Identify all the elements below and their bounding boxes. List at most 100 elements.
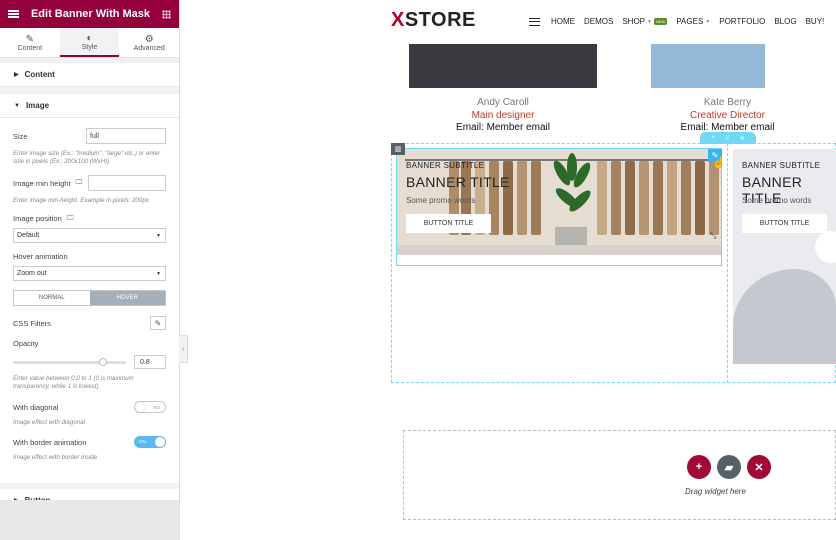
gear-icon: ⚙ xyxy=(144,33,154,45)
banner-with-mask[interactable]: BANNER SUBTITLE BANNER TITLE Some promo … xyxy=(733,149,836,364)
main-nav: HOME DEMOS SHOP ▼ NEW PAGES ▼ PORTFOLIO … xyxy=(529,17,833,26)
select-value: Default xyxy=(17,232,40,239)
chevron-down-icon: ▼ xyxy=(647,18,652,25)
nav-label: PAGES xyxy=(676,17,704,26)
pencil-icon: ✎ xyxy=(154,318,162,328)
add-section-button[interactable]: + xyxy=(687,455,711,479)
chevron-left-icon: ‹ xyxy=(181,345,185,353)
team-member-name: Kate Berry xyxy=(703,97,752,108)
section-title: Content xyxy=(24,70,55,79)
xstore-library-button[interactable]: ✕ xyxy=(747,455,771,479)
caret-down-icon: ▼ xyxy=(14,102,20,109)
tab-advanced[interactable]: ⚙ Advanced xyxy=(119,28,179,57)
nav-home[interactable]: HOME xyxy=(551,17,575,26)
drag-icon[interactable]: ⠿ xyxy=(725,135,729,142)
image-section-body: Size full Enter image size (Ex.: "medium… xyxy=(0,118,179,483)
nav-buy[interactable]: BUY! xyxy=(806,17,825,26)
opacity-slider-handle[interactable] xyxy=(99,357,108,366)
state-hover-tab[interactable]: HOVER xyxy=(89,291,165,305)
hover-animation-label: Hover animation xyxy=(13,252,68,261)
nav-label: SHOP xyxy=(622,17,646,26)
min-height-label-wrap: Image min height 🖵 xyxy=(13,179,82,188)
team-member-role: Creative Director xyxy=(689,110,766,121)
panel-header: Edit Banner With Mask xyxy=(0,0,179,28)
folder-icon: ▰ xyxy=(724,461,734,474)
site-header: XSTORE HOME DEMOS SHOP ▼ NEW PAGES ▼ POR… xyxy=(188,0,836,44)
columns-icon: ▥ xyxy=(394,146,402,153)
tab-style[interactable]: ◐ Style xyxy=(59,28,120,57)
toggle-knob xyxy=(155,437,165,447)
add-icon[interactable]: + xyxy=(711,135,715,141)
css-filters-label: CSS Filters xyxy=(13,318,51,328)
opacity-help: Enter value between 0.0 to 1 (0 is maxim… xyxy=(13,375,134,390)
toggle-knob xyxy=(135,402,145,412)
tab-label: Style xyxy=(81,43,98,51)
diagonal-label: With diagonal xyxy=(13,402,59,412)
nav-blog[interactable]: BLOG xyxy=(774,17,796,26)
site-logo[interactable]: XSTORE xyxy=(391,9,476,32)
nav-demos[interactable]: DEMOS xyxy=(584,17,613,26)
resize-icon[interactable]: ⤡ xyxy=(710,231,716,241)
menu-icon[interactable] xyxy=(529,17,540,26)
logo-mark: X xyxy=(391,9,405,31)
monitor-icon[interactable]: 🖵 xyxy=(67,215,74,223)
add-section-drop-zone[interactable]: + ▰ ✕ Drag widget here xyxy=(403,430,836,520)
placeholder-mountain xyxy=(733,269,836,364)
state-normal-tab[interactable]: NORMAL xyxy=(14,291,90,305)
close-icon[interactable]: ✕ xyxy=(740,135,745,142)
logo-text: STORE xyxy=(404,9,476,31)
team-member-photo xyxy=(397,44,609,88)
image-position-label-wrap: Image position 🖵 xyxy=(13,214,74,223)
team-member-name: Andy Caroll xyxy=(477,97,529,108)
team-member-role: Main designer xyxy=(471,110,535,121)
nav-portfolio[interactable]: PORTFOLIO xyxy=(719,17,765,26)
team-member-photo xyxy=(619,44,836,88)
size-label: Size xyxy=(13,131,28,141)
caret-right-icon: ▶ xyxy=(14,72,19,78)
section-image-toggle[interactable]: ▼ Image xyxy=(0,94,179,118)
image-position-select[interactable]: Default ▼ xyxy=(13,228,166,243)
column-handle[interactable]: ▥ xyxy=(391,143,405,155)
placeholder-sun xyxy=(815,231,836,263)
chevron-down-icon: ▼ xyxy=(705,18,711,25)
state-switcher: NORMAL HOVER xyxy=(13,290,166,306)
tab-label: Content xyxy=(17,44,43,52)
image-position-label: Image position xyxy=(13,214,62,223)
tab-content[interactable]: ✎ Content xyxy=(0,28,60,57)
monitor-icon[interactable]: 🖵 xyxy=(76,179,83,187)
opacity-input[interactable]: 0.8 xyxy=(134,355,166,369)
section-content-toggle[interactable]: ▶ Content xyxy=(0,63,179,87)
panel-title: Edit Banner With Mask xyxy=(30,8,151,20)
pencil-icon: ✎ xyxy=(25,33,35,45)
opacity-slider[interactable] xyxy=(13,357,126,366)
banner-promo-text: Some promo words xyxy=(742,196,812,205)
css-filters-edit-button[interactable]: ✎ xyxy=(150,316,166,330)
hover-animation-select[interactable]: Zoom out ▼ xyxy=(13,266,166,281)
size-help: Enter image size (Ex.: "medium", "large"… xyxy=(13,150,161,165)
min-height-help: Enter image min-height. Example in pixel… xyxy=(13,197,149,204)
panel-collapse-handle[interactable]: ‹ xyxy=(179,335,188,363)
size-input[interactable]: full xyxy=(86,128,166,144)
nav-pages[interactable]: PAGES ▼ xyxy=(676,17,710,26)
widgets-grid-icon[interactable] xyxy=(162,9,171,19)
border-animation-help: Image effect with border inside xyxy=(13,454,98,461)
tab-label: Advanced xyxy=(133,44,165,52)
nav-shop[interactable]: SHOP ▼ NEW xyxy=(622,17,668,26)
pointer-cursor-icon: ☝ xyxy=(712,157,726,169)
banner-button[interactable]: BUTTON TITLE xyxy=(742,214,827,233)
section-handle[interactable]: + ⠿ ✕ xyxy=(700,132,756,144)
banner-subtitle: BANNER SUBTITLE xyxy=(742,161,821,170)
diagonal-toggle[interactable]: NO xyxy=(134,401,166,413)
border-animation-label: With border animation xyxy=(13,437,87,447)
editor-panel: Edit Banner With Mask ✎ Content ◐ Style … xyxy=(0,0,180,540)
border-animation-toggle[interactable]: ON xyxy=(134,436,166,448)
menu-icon[interactable] xyxy=(8,10,19,18)
chevron-down-icon: ▼ xyxy=(156,270,161,277)
select-value: Zoom out xyxy=(17,270,47,277)
min-height-input[interactable] xyxy=(88,175,166,191)
toggle-text: ON xyxy=(139,439,146,444)
add-template-button[interactable]: ▰ xyxy=(717,455,741,479)
xstore-icon: ✕ xyxy=(754,461,764,474)
diagonal-help: Image effect with diagonal xyxy=(13,419,85,426)
toggle-text: NO xyxy=(153,405,160,410)
